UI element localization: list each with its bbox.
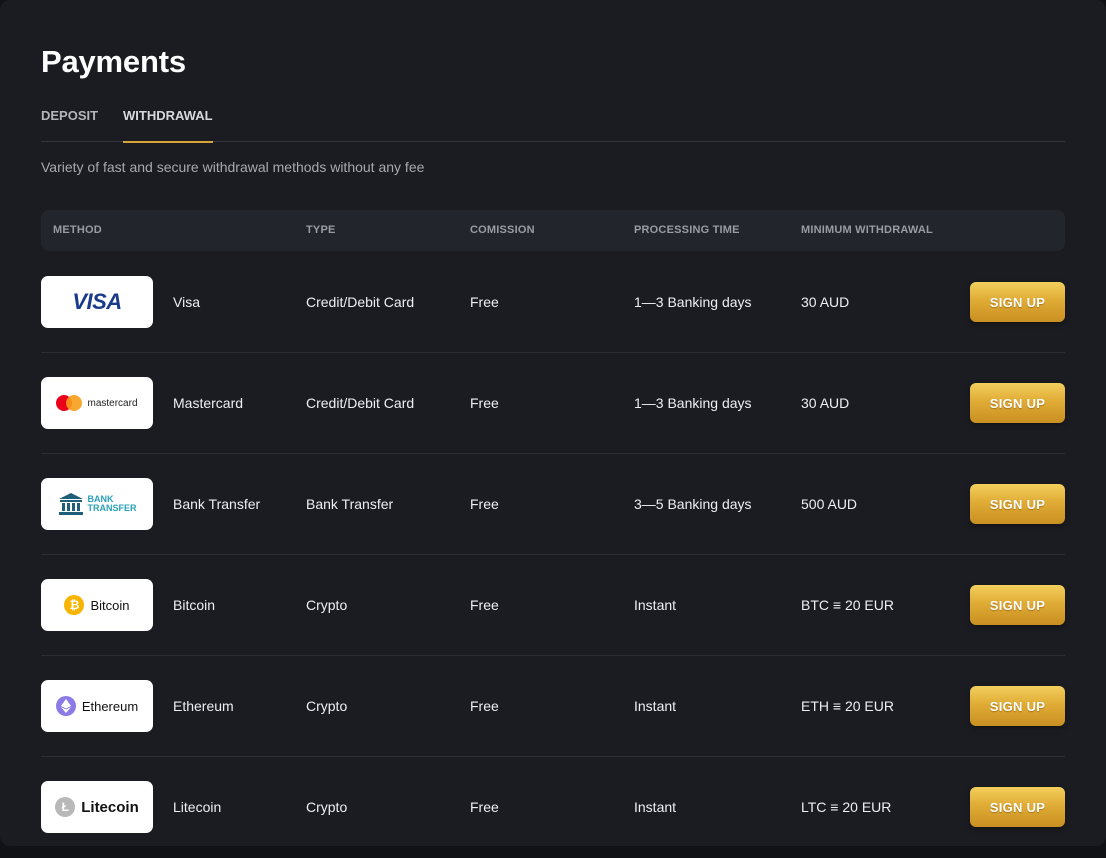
- bitcoin-logo-text: Bitcoin: [90, 597, 130, 613]
- sign-up-button[interactable]: SIGN UP: [970, 787, 1065, 827]
- sign-up-button[interactable]: SIGN UP: [970, 585, 1065, 625]
- method-name: Ethereum: [173, 698, 234, 714]
- method-type: Credit/Debit Card: [306, 294, 415, 310]
- table-row: Ethereum Ethereum Crypto Free Instant ET…: [41, 656, 1065, 757]
- sign-up-button[interactable]: SIGN UP: [970, 383, 1065, 423]
- method-commission: Free: [470, 294, 499, 310]
- ethereum-logo-text: Ethereum: [81, 698, 139, 714]
- method-type: Credit/Debit Card: [306, 395, 415, 411]
- method-type: Bank Transfer: [306, 496, 394, 512]
- sign-up-button[interactable]: SIGN UP: [970, 282, 1065, 322]
- method-name: Bank Transfer: [173, 496, 261, 512]
- table-header: METHOD TYPE COMISSION PROCESSING TIME MI…: [41, 210, 1065, 251]
- method-processing-time: Instant: [634, 597, 677, 613]
- header-type: TYPE: [306, 224, 336, 236]
- visa-logo-icon: VISA: [72, 289, 122, 314]
- method-name: Litecoin: [173, 799, 222, 815]
- visa-logo: VISA: [41, 276, 153, 328]
- bank-logo-line2: TRANSFER: [87, 503, 137, 513]
- method-type: Crypto: [306, 597, 348, 613]
- header-processing-time: PROCESSING TIME: [634, 224, 740, 236]
- ethereum-logo: Ethereum: [41, 680, 153, 732]
- method-type: Crypto: [306, 799, 348, 815]
- ethereum-icon: [55, 696, 76, 716]
- bitcoin-logo: ₿ Bitcoin: [41, 579, 153, 631]
- method-minimum: LTC ≡ 20 EUR: [801, 799, 892, 815]
- sign-up-button[interactable]: SIGN UP: [970, 686, 1065, 726]
- method-processing-time: 3—5 Banking days: [634, 496, 752, 512]
- tab-bar: DEPOSIT WITHDRAWAL: [41, 108, 1065, 143]
- table-row: Ł Litecoin Litecoin Crypto Free Instant …: [41, 757, 1065, 858]
- bank-transfer-logo: BANK TRANSFER: [41, 478, 153, 530]
- method-minimum: ETH ≡ 20 EUR: [801, 698, 894, 714]
- tab-deposit[interactable]: DEPOSIT: [41, 108, 98, 142]
- bitcoin-icon: ₿: [64, 595, 85, 615]
- litecoin-logo-text: Litecoin: [81, 798, 139, 816]
- method-commission: Free: [470, 496, 499, 512]
- method-name: Visa: [173, 294, 200, 310]
- litecoin-logo: Ł Litecoin: [41, 781, 153, 833]
- bank-building-icon: [58, 493, 83, 515]
- page-subtitle: Variety of fast and secure withdrawal me…: [41, 159, 425, 175]
- method-commission: Free: [470, 395, 499, 411]
- method-minimum: BTC ≡ 20 EUR: [801, 597, 894, 613]
- method-name: Bitcoin: [173, 597, 216, 613]
- table-row: BANK TRANSFER Bank Transfer Bank Transfe…: [41, 454, 1065, 555]
- method-processing-time: 1—3 Banking days: [634, 395, 752, 411]
- table-row: VISA Visa Credit/Debit Card Free 1—3 Ban…: [41, 252, 1065, 353]
- method-commission: Free: [470, 597, 499, 613]
- method-minimum: 30 AUD: [801, 294, 850, 310]
- payments-panel: Payments DEPOSIT WITHDRAWAL Variety of f…: [0, 0, 1106, 846]
- mastercard-logo-text: mastercard: [87, 397, 138, 409]
- header-commission: COMISSION: [470, 224, 535, 236]
- method-processing-time: Instant: [634, 799, 677, 815]
- litecoin-icon: Ł: [55, 797, 76, 817]
- method-name: Mastercard: [173, 395, 244, 411]
- method-commission: Free: [470, 799, 499, 815]
- method-commission: Free: [470, 698, 499, 714]
- header-method: METHOD: [53, 224, 102, 236]
- sign-up-button[interactable]: SIGN UP: [970, 484, 1065, 524]
- tab-withdrawal[interactable]: WITHDRAWAL: [123, 108, 213, 143]
- table-row: mastercard Mastercard Credit/Debit Card …: [41, 353, 1065, 454]
- method-type: Crypto: [306, 698, 348, 714]
- header-minimum-withdrawal: MINIMUM WITHDRAWAL: [801, 224, 933, 236]
- method-minimum: 30 AUD: [801, 395, 850, 411]
- mastercard-logo-icon: [56, 395, 83, 411]
- page-title: Payments: [41, 44, 186, 79]
- method-minimum: 500 AUD: [801, 496, 858, 512]
- method-processing-time: Instant: [634, 698, 677, 714]
- method-processing-time: 1—3 Banking days: [634, 294, 752, 310]
- mastercard-logo: mastercard: [41, 377, 153, 429]
- table-row: ₿ Bitcoin Bitcoin Crypto Free Instant BT…: [41, 555, 1065, 656]
